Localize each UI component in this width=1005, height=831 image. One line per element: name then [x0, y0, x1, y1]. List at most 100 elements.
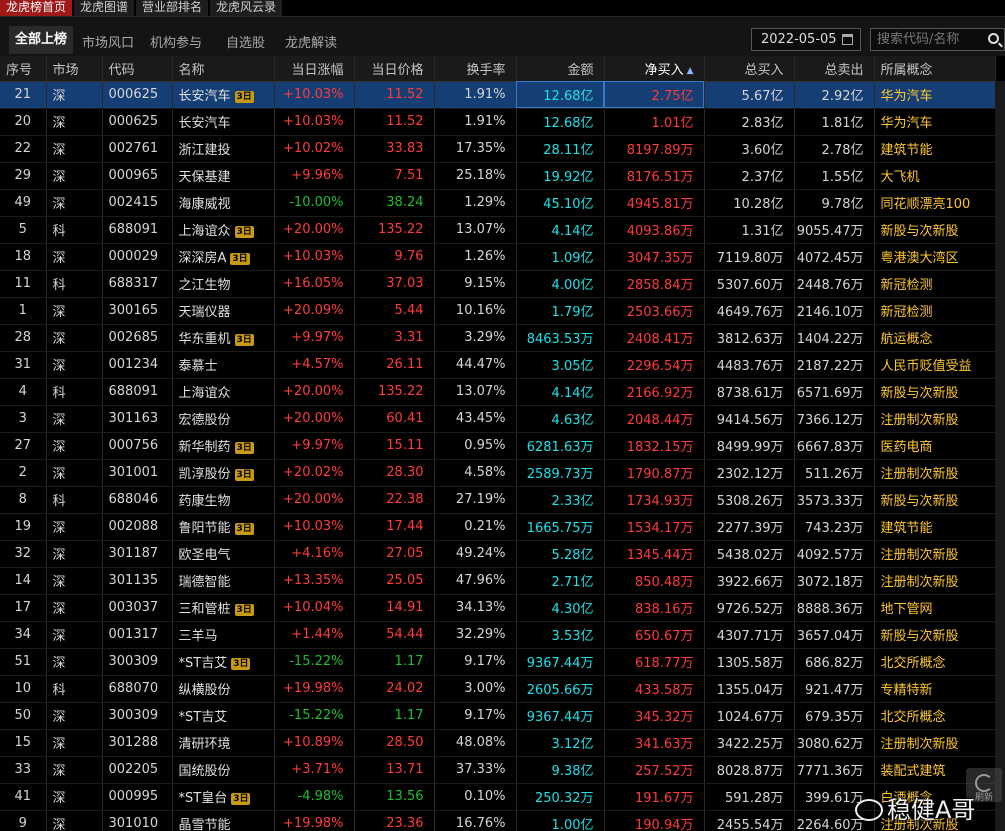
table-row[interactable]: 31 深 001234 泰慕士 +4.57% 26.11 44.47% 3.05亿 2296.5… — [0, 351, 996, 379]
market-cell: 科 — [46, 378, 103, 406]
code-cell-text: 001234 — [108, 357, 159, 372]
table-row[interactable]: 5 科 688091 上海谊众 3日 +20.00% 135.22 13.07% 4.14亿 40… — [0, 216, 996, 244]
sub-tab-all-listed[interactable]: 全部上榜 — [9, 26, 74, 54]
table-row[interactable]: 28 深 002685 华东重机 3日 +9.97% 3.31 3.29% 8463.53万 24… — [0, 324, 996, 352]
name-cell-text: 三和管桩 — [178, 602, 231, 617]
table-row[interactable]: 51 深 300309 *ST吉艾 3日 -15.22% 1.17 9.17% 9367.44万… — [0, 648, 996, 676]
seq-cell-text: 29 — [14, 168, 32, 183]
table-row[interactable]: 27 深 000756 新华制药 3日 +9.97% 15.11 0.95% 6281.63万 1… — [0, 432, 996, 460]
table-row[interactable]: 19 深 002088 鲁阳节能 3日 +10.03% 17.44 0.21% 1665.75万… — [0, 513, 996, 541]
table-row[interactable]: 49 深 002415 海康威视 -10.00% 38.24 1.29% 45.10亿 4945… — [0, 189, 996, 217]
col-market[interactable]: 市场 — [46, 56, 103, 82]
name-cell-text: 天瑞仪器 — [178, 305, 231, 320]
total-buy-cell: 1.31亿 — [704, 216, 795, 244]
code-cell-text: 301187 — [108, 546, 159, 561]
table-row[interactable]: 32 深 301187 欧圣电气 +4.16% 27.05 49.24% 5.28亿 1345.… — [0, 540, 996, 568]
concept-cell-text: 注册制次新股 — [880, 548, 959, 563]
col-net-buy[interactable]: 净买入 ▲ — [604, 56, 705, 82]
market-cell-text: 科 — [52, 386, 66, 401]
table-row[interactable]: 10 科 688070 纵横股份 +19.98% 24.02 3.00% 2605.66万 43… — [0, 675, 996, 703]
market-cell: 深 — [46, 459, 103, 487]
vertical-scrollbar[interactable] — [995, 81, 1005, 831]
total-sell-cell: 2448.76万 — [794, 270, 875, 298]
col-total-sell[interactable]: 总卖出 — [794, 56, 875, 82]
name-cell-text: 上海谊众 — [178, 386, 231, 401]
amount-cell: 3.12亿 — [516, 729, 605, 757]
table-row[interactable]: 1 深 300165 天瑞仪器 +20.09% 5.44 10.16% 1.79亿 2503.6… — [0, 297, 996, 325]
top-tab-graph[interactable]: 龙虎图谱 — [74, 0, 137, 16]
col-code[interactable]: 代码 — [102, 56, 173, 82]
amount-cell: 2589.73万 — [516, 459, 605, 487]
table-row[interactable]: 3 深 301163 宏德股份 +20.00% 60.41 43.45% 4.63亿 2048.… — [0, 405, 996, 433]
table-row[interactable]: 9 深 301010 晶雪节能 +19.98% 23.36 16.76% 1.00亿 190.9… — [0, 810, 996, 831]
sub-tab-market-trend[interactable]: 市场风口 — [82, 32, 134, 51]
col-price[interactable]: 当日价格 — [354, 56, 435, 82]
table-row[interactable]: 50 深 300309 *ST吉艾 -15.22% 1.17 9.17% 9367.44万 34… — [0, 702, 996, 730]
seq-cell-text: 50 — [14, 708, 32, 723]
total-buy-cell: 9414.56万 — [704, 405, 795, 433]
search-input[interactable] — [870, 28, 1005, 51]
col-turnover[interactable]: 换手率 — [434, 56, 517, 82]
table-row[interactable]: 14 深 301135 瑞德智能 +13.35% 25.05 47.96% 2.71亿 850.… — [0, 567, 996, 595]
change-cell: +10.04% — [274, 594, 355, 622]
net-buy-cell-text: 257.52万 — [635, 764, 694, 779]
change-cell-text: +9.97% — [291, 330, 344, 345]
seq-cell-text: 33 — [14, 762, 32, 777]
col-concept[interactable]: 所属概念 — [874, 56, 996, 82]
table-row[interactable]: 22 深 002761 浙江建投 +10.02% 33.83 17.35% 28.11亿 819… — [0, 135, 996, 163]
total-sell-cell: 399.61万 — [794, 783, 875, 811]
top-tab-home[interactable]: 龙虎榜首页 — [0, 0, 75, 16]
col-change[interactable]: 当日涨幅 — [274, 56, 355, 82]
col-name[interactable]: 名称 — [172, 56, 275, 82]
table-row[interactable]: 20 深 000625 长安汽车 +10.03% 11.52 1.91% 12.68亿 1.01… — [0, 108, 996, 136]
market-cell-text: 深 — [52, 548, 66, 563]
concept-cell-text: 华为汽车 — [880, 116, 933, 131]
top-tab-branch-ranking[interactable]: 营业部排名 — [136, 0, 211, 16]
table-row[interactable]: 21 深 000625 长安汽车 3日 +10.03% 11.52 1.91% 12.68亿 2.… — [0, 81, 996, 109]
code-cell: 301187 — [102, 540, 173, 568]
seq-cell-text: 18 — [14, 249, 32, 264]
table-row[interactable]: 18 深 000029 深深房A 3日 +10.03% 9.76 1.26% 1.09亿 3047… — [0, 243, 996, 271]
change-cell: +4.16% — [274, 540, 355, 568]
total-sell-cell-text: 7366.12万 — [796, 413, 864, 428]
sub-tab-watchlist[interactable]: 自选股 — [226, 32, 265, 51]
change-cell: +20.09% — [274, 297, 355, 325]
seq-cell-text: 41 — [14, 789, 32, 804]
net-buy-cell: 345.32万 — [604, 702, 705, 730]
sub-tab-institution[interactable]: 机构参与 — [150, 32, 202, 51]
table-row[interactable]: 17 深 003037 三和管桩 3日 +10.04% 14.91 34.13% 4.30亿 83… — [0, 594, 996, 622]
seq-cell-text: 17 — [14, 600, 32, 615]
col-amount[interactable]: 金额 — [516, 56, 605, 82]
turnover-cell: 13.07% — [434, 378, 517, 406]
table-row[interactable]: 15 深 301288 清研环境 +10.89% 28.50 48.08% 3.12亿 341.… — [0, 729, 996, 757]
total-buy-cell-text: 5307.60万 — [716, 278, 784, 293]
concept-cell: 注册制次新股 — [874, 567, 996, 595]
top-tab-history[interactable]: 龙虎风云录 — [210, 0, 285, 16]
total-sell-cell-text: 4092.57万 — [796, 548, 864, 563]
refresh-button[interactable]: 刷新 — [966, 768, 1002, 803]
seq-cell-text: 49 — [14, 195, 32, 210]
table-row[interactable]: 33 深 002205 国统股份 +3.71% 13.71 37.33% 9.38亿 257.5… — [0, 756, 996, 784]
total-sell-cell-text: 679.35万 — [805, 710, 864, 725]
net-buy-cell: 1.01亿 — [604, 108, 705, 136]
seq-cell-text: 11 — [14, 276, 32, 291]
col-total-buy[interactable]: 总买入 — [704, 56, 795, 82]
table-row[interactable]: 2 深 301001 凯淳股份 3日 +20.02% 28.30 4.58% 2589.73万 1… — [0, 459, 996, 487]
table-row[interactable]: 41 深 000995 *ST皇台 3日 -4.98% 13.56 0.10% 250.32万 1… — [0, 783, 996, 811]
search-icon[interactable] — [988, 33, 999, 44]
amount-cell: 28.11亿 — [516, 135, 605, 163]
sub-tab-interpretation[interactable]: 龙虎解读 — [285, 32, 337, 51]
table-row[interactable]: 29 深 000965 天保基建 +9.96% 7.51 25.18% 19.92亿 8176.… — [0, 162, 996, 190]
amount-cell: 9367.44万 — [516, 702, 605, 730]
total-buy-cell: 3.60亿 — [704, 135, 795, 163]
turnover-cell-text: 48.08% — [455, 735, 506, 750]
table-row[interactable]: 34 深 001317 三羊马 +1.44% 54.44 32.29% 3.53亿 650.67… — [0, 621, 996, 649]
table-row[interactable]: 8 科 688046 药康生物 +20.00% 22.38 27.19% 2.33亿 1734.… — [0, 486, 996, 514]
table-row[interactable]: 11 科 688317 之江生物 +16.05% 37.03 9.15% 4.00亿 2858.… — [0, 270, 996, 298]
total-sell-cell: 1404.22万 — [794, 324, 875, 352]
total-sell-cell: 9.78亿 — [794, 189, 875, 217]
col-seq[interactable]: 序号 — [0, 56, 47, 82]
date-picker[interactable]: 2022-05-05 — [751, 28, 861, 51]
table-row[interactable]: 4 科 688091 上海谊众 +20.00% 135.22 13.07% 4.14亿 2166… — [0, 378, 996, 406]
code-cell-text: 301001 — [108, 465, 159, 480]
